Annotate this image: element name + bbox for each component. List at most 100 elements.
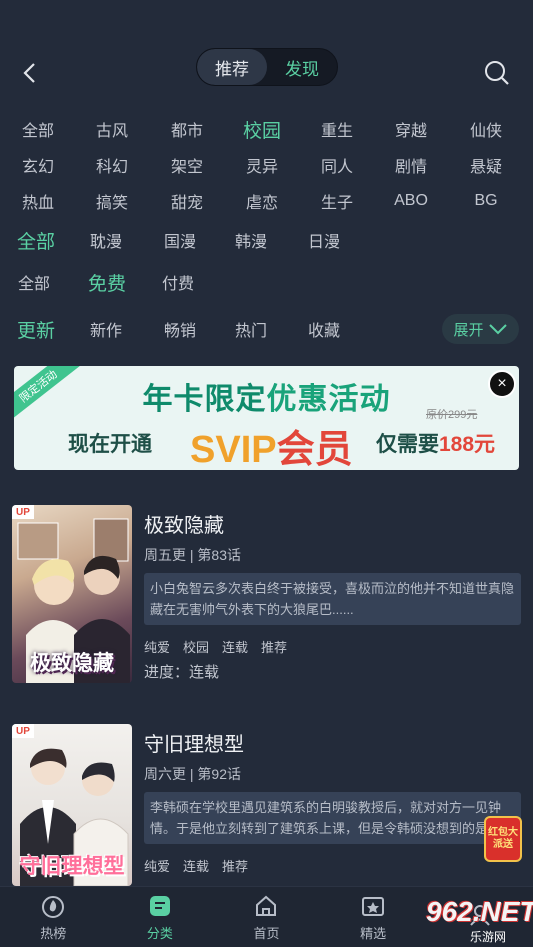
filter-genre[interactable]: 灵异 <box>242 149 282 181</box>
filter-region[interactable]: 耽漫 <box>86 224 126 256</box>
nav-hot[interactable]: 热榜 <box>0 887 107 947</box>
filter-genre[interactable]: 都市 <box>167 113 207 145</box>
filter-genre[interactable]: 科幻 <box>92 149 132 181</box>
filter-genre[interactable]: 甜宠 <box>167 185 207 217</box>
genre-filter-row-2: 玄幻 科幻 架空 灵异 同人 剧情 悬疑 <box>0 149 533 181</box>
book-title[interactable]: 极致隐藏 <box>144 509 224 538</box>
book-tag: 连载 <box>222 640 249 655</box>
book-title[interactable]: 守旧理想型 <box>144 728 244 757</box>
filter-genre[interactable]: 架空 <box>167 149 207 181</box>
tab-discover[interactable]: 发现 <box>267 49 337 85</box>
filter-genre[interactable]: 古风 <box>92 113 132 145</box>
filter-price-selected[interactable]: 免费 <box>84 266 130 298</box>
chevron-down-icon <box>488 324 507 335</box>
book-tag: 纯爱 <box>144 640 171 655</box>
filter-genre[interactable]: 仙侠 <box>466 113 506 145</box>
banner-title-a: 年卡限定 <box>142 383 267 416</box>
nav-home[interactable]: 首页 <box>213 887 320 947</box>
filter-genre[interactable]: 穿越 <box>391 113 431 145</box>
nav-label: 首页 <box>253 925 280 941</box>
promo-banner[interactable]: 限定活动 年卡限定优惠活动 原价299元 现在开通 SVIP会员 仅需要188元 <box>14 366 519 470</box>
book-cover[interactable]: UP 极致隐藏 <box>12 505 132 683</box>
tab-recommend[interactable]: 推荐 <box>197 49 267 85</box>
book-schedule: 周六更 | 第92话 <box>144 766 241 782</box>
search-button[interactable] <box>482 58 512 88</box>
home-icon <box>256 895 277 916</box>
filter-genre[interactable]: 热血 <box>18 185 58 217</box>
book-description: 小白兔智云多次表白终于被接受，喜极而泣的他并不知道世真隐藏在无害帅气外表下的大狼… <box>144 573 521 625</box>
filter-region[interactable]: 国漫 <box>160 224 200 256</box>
filter-genre[interactable]: 生子 <box>317 185 357 217</box>
filter-sort[interactable]: 收藏 <box>304 313 344 345</box>
banner-title-b: 优惠活动 <box>266 383 391 416</box>
filter-genre[interactable]: 玄幻 <box>18 149 58 181</box>
filter-genre[interactable]: 同人 <box>317 149 357 181</box>
banner-sub-left: 现在开通 <box>68 433 152 456</box>
star-icon <box>362 896 385 916</box>
filter-sort[interactable]: 新作 <box>86 313 126 345</box>
book-schedule: 周五更 | 第83话 <box>144 547 241 563</box>
banner-svip: SVIP会员 <box>190 418 353 470</box>
book-tags: 纯爱 连载 推荐 <box>144 856 248 875</box>
filter-genre[interactable]: 重生 <box>317 113 357 145</box>
watermark-text: 962.NET <box>426 896 533 927</box>
book-tags: 纯爱 校园 连载 推荐 <box>144 637 287 656</box>
cover-title: 极致隐藏 <box>30 652 114 675</box>
red-packet-float[interactable]: 红包大派送 <box>484 816 522 862</box>
filter-sort-selected[interactable]: 更新 <box>14 313 58 345</box>
banner-svip-text: SVIP <box>190 429 277 470</box>
filter-region[interactable]: 日漫 <box>304 224 344 256</box>
chevron-left-icon <box>23 63 35 83</box>
banner-price: 188元 <box>439 433 496 456</box>
search-icon <box>485 61 509 85</box>
update-badge: UP <box>12 724 34 738</box>
book-item[interactable]: UP 极致隐藏 极致隐藏 周五更 | 第83话 小白兔智云多次表白终于被接受，喜… <box>0 505 533 685</box>
nav-label: 分类 <box>146 925 173 941</box>
filter-sort[interactable]: 热门 <box>231 313 271 345</box>
filter-region[interactable]: 韩漫 <box>231 224 271 256</box>
book-tag: 校园 <box>183 640 210 655</box>
filter-genre-selected[interactable]: 校园 <box>238 113 286 145</box>
back-button[interactable] <box>14 56 44 90</box>
filter-price[interactable]: 付费 <box>158 266 198 298</box>
filter-price[interactable]: 全部 <box>14 266 54 298</box>
filter-sort[interactable]: 畅销 <box>160 313 200 345</box>
book-tag: 纯爱 <box>144 859 171 874</box>
book-progress: 进度：连载 <box>144 664 220 681</box>
top-bar: 推荐 发现 <box>0 0 533 110</box>
region-filter-row: 全部 耽漫 国漫 韩漫 日漫 <box>0 224 533 256</box>
filter-genre[interactable]: BG <box>466 185 506 217</box>
view-switch: 推荐 发现 <box>196 48 338 86</box>
nav-label: 精选 <box>360 925 387 941</box>
close-icon: × <box>497 375 507 392</box>
filter-genre[interactable]: 搞笑 <box>92 185 132 217</box>
close-banner-button[interactable]: × <box>488 370 516 398</box>
watermark-sub: 乐游网 <box>470 930 507 944</box>
expand-button[interactable]: 展开 <box>442 314 519 344</box>
update-badge: UP <box>12 505 34 519</box>
filter-genre[interactable]: 悬疑 <box>466 149 506 181</box>
banner-svip-member: 会员 <box>276 429 353 470</box>
book-tag: 推荐 <box>222 859 249 874</box>
filter-region-selected[interactable]: 全部 <box>14 224 58 256</box>
flame-icon <box>42 895 65 918</box>
filter-genre[interactable]: 虐恋 <box>242 185 282 217</box>
book-tag: 推荐 <box>261 640 288 655</box>
site-watermark: 962.NET 乐游网 <box>390 886 533 947</box>
filter-genre[interactable]: ABO <box>391 185 431 217</box>
banner-old-price: 原价299元 <box>426 409 478 421</box>
filter-genre[interactable]: 剧情 <box>391 149 431 181</box>
banner-sub-right-a: 仅需要 <box>376 433 439 456</box>
genre-filter-row-3: 热血 搞笑 甜宠 虐恋 生子 ABO BG <box>0 185 533 217</box>
price-filter-row: 全部 免费 付费 <box>0 266 533 298</box>
book-item[interactable]: UP 守旧理想型 守旧理想型 周六更 | 第92话 李韩硕在学校里遇见建筑系的白… <box>0 724 533 904</box>
nav-label: 热榜 <box>40 925 67 941</box>
genre-filter-row-1: 全部 古风 都市 校园 重生 穿越 仙侠 <box>0 113 533 145</box>
book-tag: 连载 <box>183 859 210 874</box>
category-icon <box>149 895 170 916</box>
book-cover[interactable]: UP 守旧理想型 <box>12 724 132 886</box>
nav-category[interactable]: 分类 <box>107 887 214 947</box>
banner-sub-right: 仅需要188元 <box>376 428 495 458</box>
filter-genre-all[interactable]: 全部 <box>18 113 58 145</box>
cover-title: 守旧理想型 <box>19 855 125 878</box>
